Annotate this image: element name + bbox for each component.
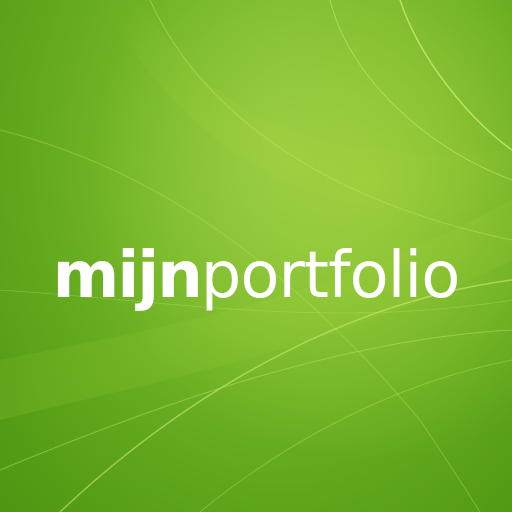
app-icon: mijnportfolio (0, 0, 512, 512)
logo-text-light: portfolio (200, 239, 461, 313)
logo-wordmark: mijnportfolio (0, 236, 512, 316)
logo-text-bold: mijn (52, 239, 203, 313)
